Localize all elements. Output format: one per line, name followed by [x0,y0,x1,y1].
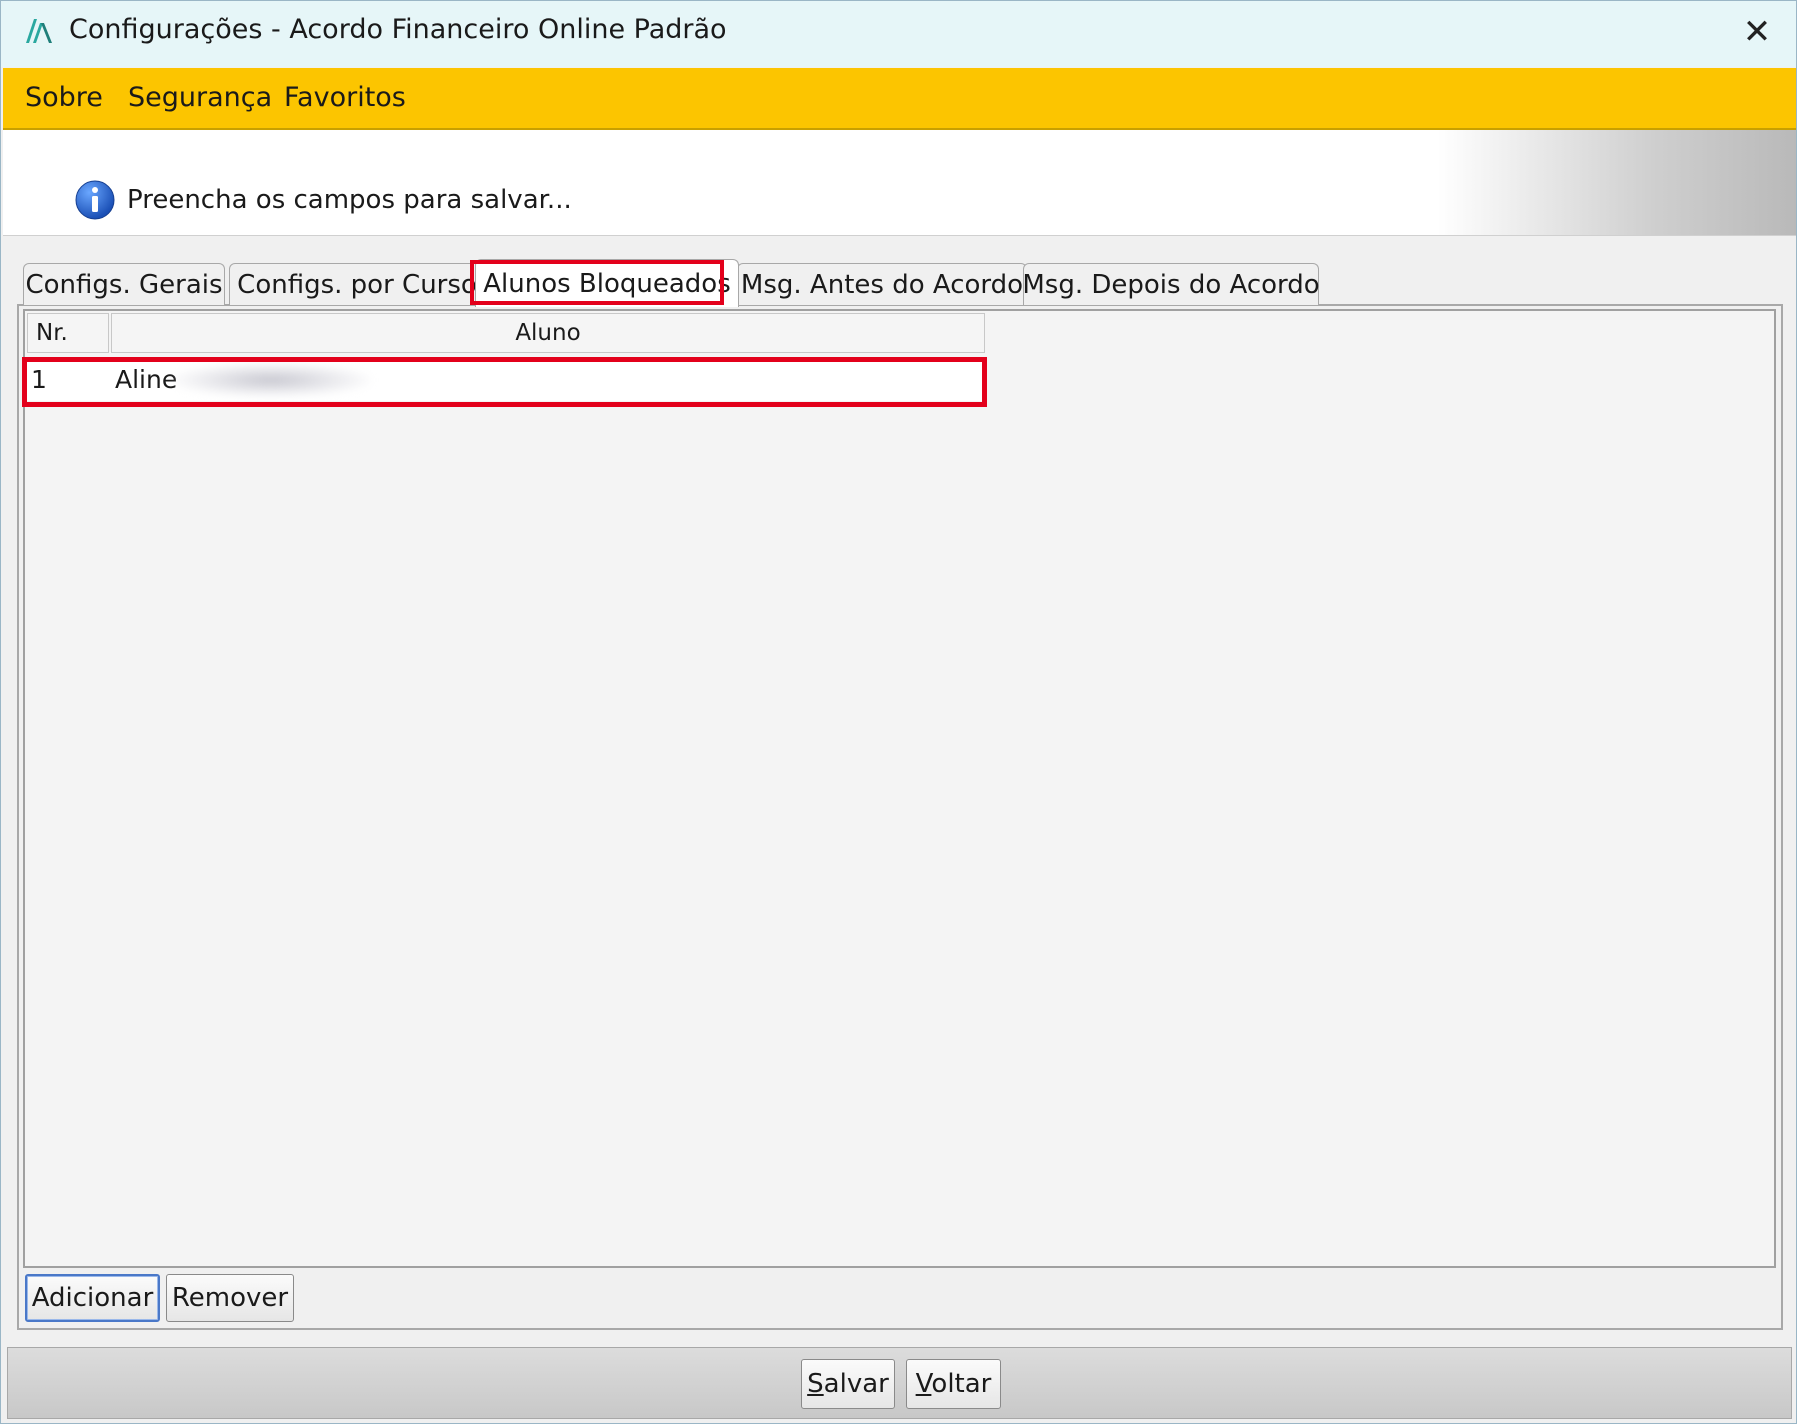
title-bar: Configurações - Acordo Financeiro Online… [1,1,1796,67]
info-icon [75,180,115,220]
row-nr-cell: 1 [31,364,47,394]
remove-button[interactable]: Remover [166,1274,294,1322]
redacted-name-blur [171,363,371,397]
tab-msg-antes-do-acordo[interactable]: Msg. Antes do Acordo [737,263,1027,305]
menu-item-seguranca[interactable]: Segurança [128,82,272,113]
menu-item-sobre[interactable]: Sobre [25,82,103,113]
app-logo-icon [26,19,52,43]
configuracoes-window: Configurações - Acordo Financeiro Online… [0,0,1797,1424]
remove-button-label: Remover [171,1283,289,1313]
menu-bar: Sobre Segurança Favoritos [3,68,1796,130]
back-button-label: Voltar [915,1369,992,1399]
column-header-aluno[interactable]: Aluno [111,313,985,353]
blocked-students-table[interactable] [23,309,1776,1268]
save-button[interactable]: Salvar [801,1359,895,1409]
bottom-button-bar [7,1347,1792,1419]
column-header-nr[interactable]: Nr. [27,313,109,353]
back-button[interactable]: Voltar [906,1359,1001,1409]
window-title: Configurações - Acordo Financeiro Online… [69,14,727,45]
close-button[interactable]: ✕ [1732,9,1782,55]
add-button[interactable]: Adicionar [25,1274,160,1322]
info-message: Preencha os campos para salvar... [127,185,572,215]
tab-configs-por-curso[interactable]: Configs. por Curso [229,263,485,305]
add-button-label: Adicionar [31,1283,154,1313]
row-aluno-cell: Aline [115,364,178,394]
tab-alunos-bloqueados[interactable]: Alunos Bloqueados [475,259,739,307]
tab-msg-depois-do-acordo[interactable]: Msg. Depois do Acordo [1022,263,1320,305]
menu-item-favoritos[interactable]: Favoritos [284,82,406,113]
tab-strip: Configs. Gerais Configs. por Curso Aluno… [23,259,1783,307]
save-button-label: Salvar [807,1369,889,1399]
close-icon[interactable]: ✕ [1743,12,1772,52]
info-banner: Preencha os campos para salvar... [3,130,1796,236]
tab-configs-gerais[interactable]: Configs. Gerais [23,263,225,305]
